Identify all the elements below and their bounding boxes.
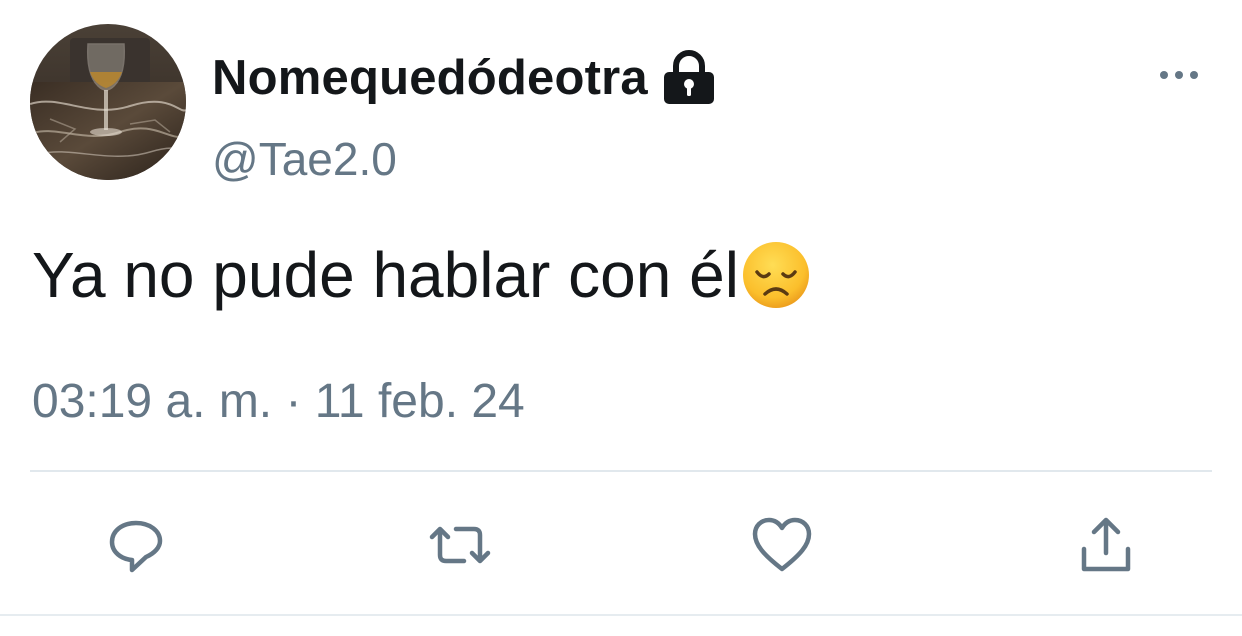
heart-icon [752,517,812,572]
avatar[interactable] [30,24,186,180]
tweet-text-row: Ya no pude hablar con él [32,238,811,312]
disappointed-face-icon [741,240,811,310]
divider [30,470,1212,472]
display-name[interactable]: Nomequedódeotra [212,50,648,106]
tweet-text: Ya no pude hablar con él [32,239,739,311]
display-name-row: Nomequedódeotra [212,46,718,110]
tweet-card: Nomequedódeotra @Tae2.0 Ya no pude habla… [0,0,1242,636]
reply-icon [109,520,163,573]
more-options-button[interactable] [1156,58,1202,92]
avatar-image [30,24,186,180]
more-options-icon [1160,71,1198,79]
share-icon [1081,517,1131,572]
like-button[interactable] [742,505,822,585]
reply-button[interactable] [96,505,176,585]
tweet-actions [0,505,1242,585]
bottom-divider [0,614,1242,616]
tweet-timestamp[interactable]: 03:19 a. m. · 11 feb. 24 [32,374,525,429]
retweet-button[interactable] [420,505,500,585]
share-button[interactable] [1066,505,1146,585]
retweet-icon [429,526,491,564]
lock-icon [660,50,718,106]
user-handle[interactable]: @Tae2.0 [212,132,397,186]
